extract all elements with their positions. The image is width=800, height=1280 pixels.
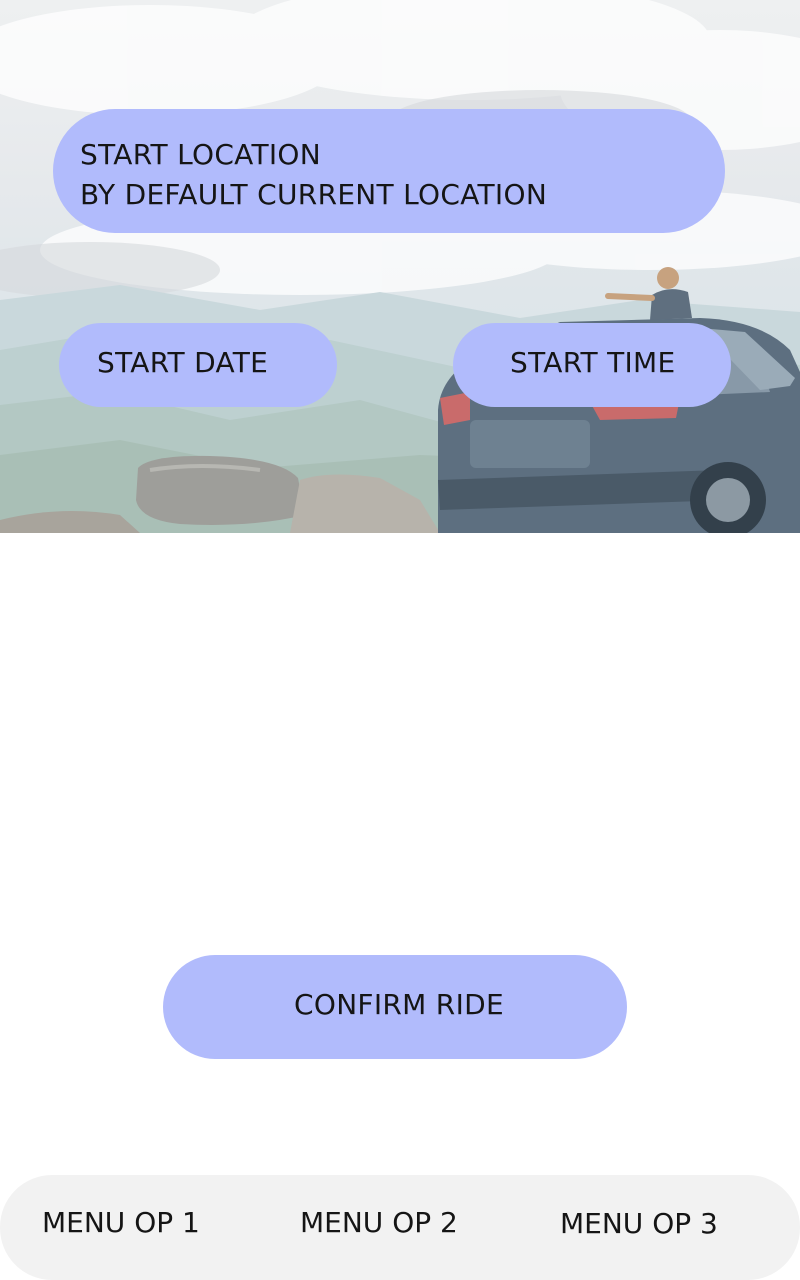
menu-option-3[interactable]: MENU OP 3 (560, 1204, 718, 1244)
menu-option-1[interactable]: MENU OP 1 (42, 1203, 200, 1243)
hero-background-image (0, 0, 800, 533)
confirm-ride-button[interactable]: CONFIRM RIDE (163, 955, 627, 1059)
start-location-hint: BY DEFAULT CURRENT LOCATION (80, 178, 548, 211)
start-location-field[interactable]: START LOCATION BY DEFAULT CURRENT LOCATI… (53, 109, 725, 233)
start-location-label: START LOCATION (80, 138, 321, 171)
scenic-car-illustration (0, 0, 800, 533)
start-date-button[interactable]: START DATE (59, 323, 337, 407)
bottom-menu-bar: MENU OP 1 MENU OP 2 MENU OP 3 (0, 1175, 800, 1280)
start-time-button[interactable]: START TIME (453, 323, 731, 407)
menu-option-2[interactable]: MENU OP 2 (300, 1203, 458, 1243)
